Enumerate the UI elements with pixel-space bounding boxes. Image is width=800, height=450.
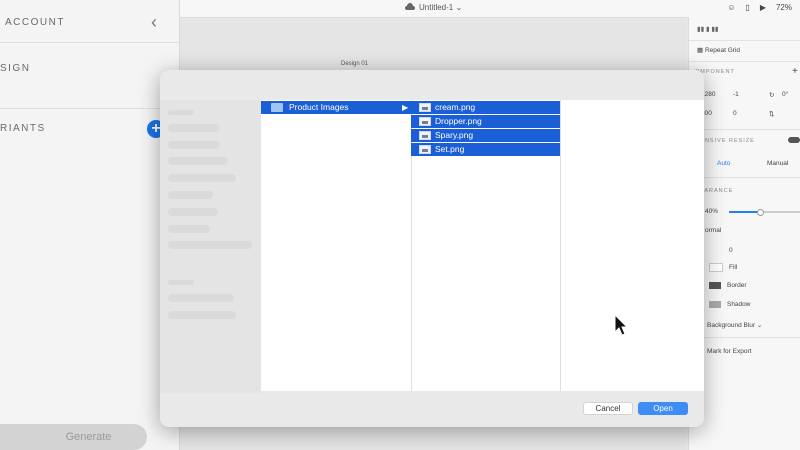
y-field[interactable]: 0: [733, 110, 737, 117]
mouse-pointer-icon: [614, 314, 628, 336]
zoom-level[interactable]: 72%: [776, 3, 792, 12]
chevron-left-icon[interactable]: ‹: [151, 12, 157, 33]
user-icon[interactable]: ☺: [727, 3, 735, 12]
rotate-icon: ↻: [769, 92, 775, 99]
auto-tab[interactable]: Auto: [717, 160, 730, 167]
repeat-grid-label: Repeat Grid: [704, 47, 741, 54]
file-name: Set.png: [435, 144, 465, 154]
divider: [689, 40, 800, 41]
divider: [0, 42, 179, 43]
account-label: ACCOUNT: [5, 17, 65, 28]
cancel-button[interactable]: Cancel: [583, 402, 633, 415]
opacity-slider[interactable]: [729, 209, 800, 216]
file-row[interactable]: cream.png: [411, 101, 560, 114]
divider: [689, 337, 800, 338]
border-swatch[interactable]: [709, 282, 721, 289]
dialog-footer: Cancel Open: [160, 392, 704, 427]
sidebar-placeholder: [168, 110, 194, 115]
sidebar-placeholder: [168, 294, 234, 302]
sidebar-placeholder: [168, 174, 236, 182]
responsive-toggle[interactable]: [788, 137, 800, 143]
shadow-label: Shadow: [727, 301, 751, 309]
column-1: Product Images ▶: [261, 100, 412, 391]
sidebar-placeholder: [168, 225, 210, 233]
property-inspector: ▮▮ ▮ ▮▮ ▦ Repeat Grid OMPONENT + 1280 -1…: [688, 17, 800, 450]
shadow-swatch[interactable]: [709, 301, 721, 308]
corner-radius-field[interactable]: 0: [729, 247, 733, 254]
design-label: SIGN: [0, 63, 31, 74]
rotation-field[interactable]: 0°: [782, 91, 788, 98]
disclosure-arrow-icon: ▶: [402, 103, 409, 112]
toolbar-actions: ☺ ▯ ▶ 72%: [727, 3, 792, 12]
file-browser: Product Images ▶ cream.png Dropper.png S…: [261, 100, 704, 391]
manual-tab[interactable]: Manual: [767, 160, 788, 167]
add-component-icon[interactable]: +: [792, 66, 798, 77]
sidebar-placeholder: [168, 191, 213, 199]
folder-label: Product Images: [289, 102, 349, 112]
image-file-icon: [419, 117, 431, 126]
variants-label: RIANTS: [0, 123, 46, 134]
file-name: Dropper.png: [435, 116, 482, 126]
top-toolbar: Untitled-1 ⌄ ☺ ▯ ▶ 72%: [180, 0, 800, 18]
divider: [689, 177, 800, 178]
cloud-icon: [405, 3, 415, 10]
mark-for-export-label[interactable]: Mark for Export: [707, 348, 751, 355]
fill-swatch[interactable]: [709, 263, 723, 272]
sidebar-placeholder: [168, 311, 236, 319]
open-button[interactable]: Open: [638, 402, 688, 415]
sidebar-placeholder: [168, 208, 218, 216]
sidebar-placeholder: [168, 280, 194, 285]
repeat-grid-button[interactable]: ▦ Repeat Grid: [697, 46, 800, 54]
folder-icon: [271, 103, 283, 112]
file-name: Spary.png: [435, 130, 474, 140]
sidebar-placeholder: [168, 141, 220, 149]
sidebar-placeholder: [168, 241, 252, 249]
divider: [0, 108, 179, 109]
sidebar-placeholder: [168, 124, 220, 132]
grid-icon: ▦: [697, 47, 704, 54]
flip-icon[interactable]: ⇅: [769, 110, 774, 118]
image-file-icon: [419, 103, 431, 112]
file-open-dialog: Product Images ▶ cream.png Dropper.png S…: [160, 70, 704, 427]
plugin-panel: ACCOUNT ‹ SIGN RIANTS + Generate: [0, 0, 180, 450]
device-preview-icon[interactable]: ▯: [745, 3, 749, 12]
fill-label: Fill: [729, 264, 738, 272]
divider: [689, 129, 800, 130]
folder-row-product-images[interactable]: Product Images ▶: [261, 101, 411, 114]
file-name: cream.png: [435, 102, 476, 112]
divider: [689, 61, 800, 62]
play-icon[interactable]: ▶: [760, 3, 766, 12]
border-label: Border: [727, 282, 747, 290]
background-blur-select[interactable]: Background Blur ⌄: [707, 321, 762, 329]
file-row[interactable]: Set.png: [411, 143, 560, 156]
shadow-row[interactable]: Shadow: [709, 301, 751, 308]
border-row[interactable]: Border: [709, 282, 747, 289]
fill-row[interactable]: Fill: [709, 263, 737, 272]
preview-column: [560, 100, 704, 391]
dialog-sidebar: [160, 100, 261, 393]
opacity-value[interactable]: 40%: [705, 208, 718, 215]
artboard-label[interactable]: Design 01: [341, 61, 368, 67]
align-tools[interactable]: ▮▮ ▮ ▮▮: [697, 25, 800, 33]
sidebar-placeholder: [168, 157, 228, 165]
document-title[interactable]: Untitled-1 ⌄: [419, 3, 462, 12]
file-row[interactable]: Dropper.png: [411, 115, 560, 128]
generate-button[interactable]: Generate: [0, 424, 147, 450]
column-2: cream.png Dropper.png Spary.png Set.png: [411, 100, 561, 391]
image-file-icon: [419, 131, 431, 140]
blend-mode-select[interactable]: ormal: [705, 227, 721, 234]
x-field[interactable]: -1: [733, 91, 739, 98]
file-row[interactable]: Spary.png: [411, 129, 560, 142]
image-file-icon: [419, 145, 431, 154]
